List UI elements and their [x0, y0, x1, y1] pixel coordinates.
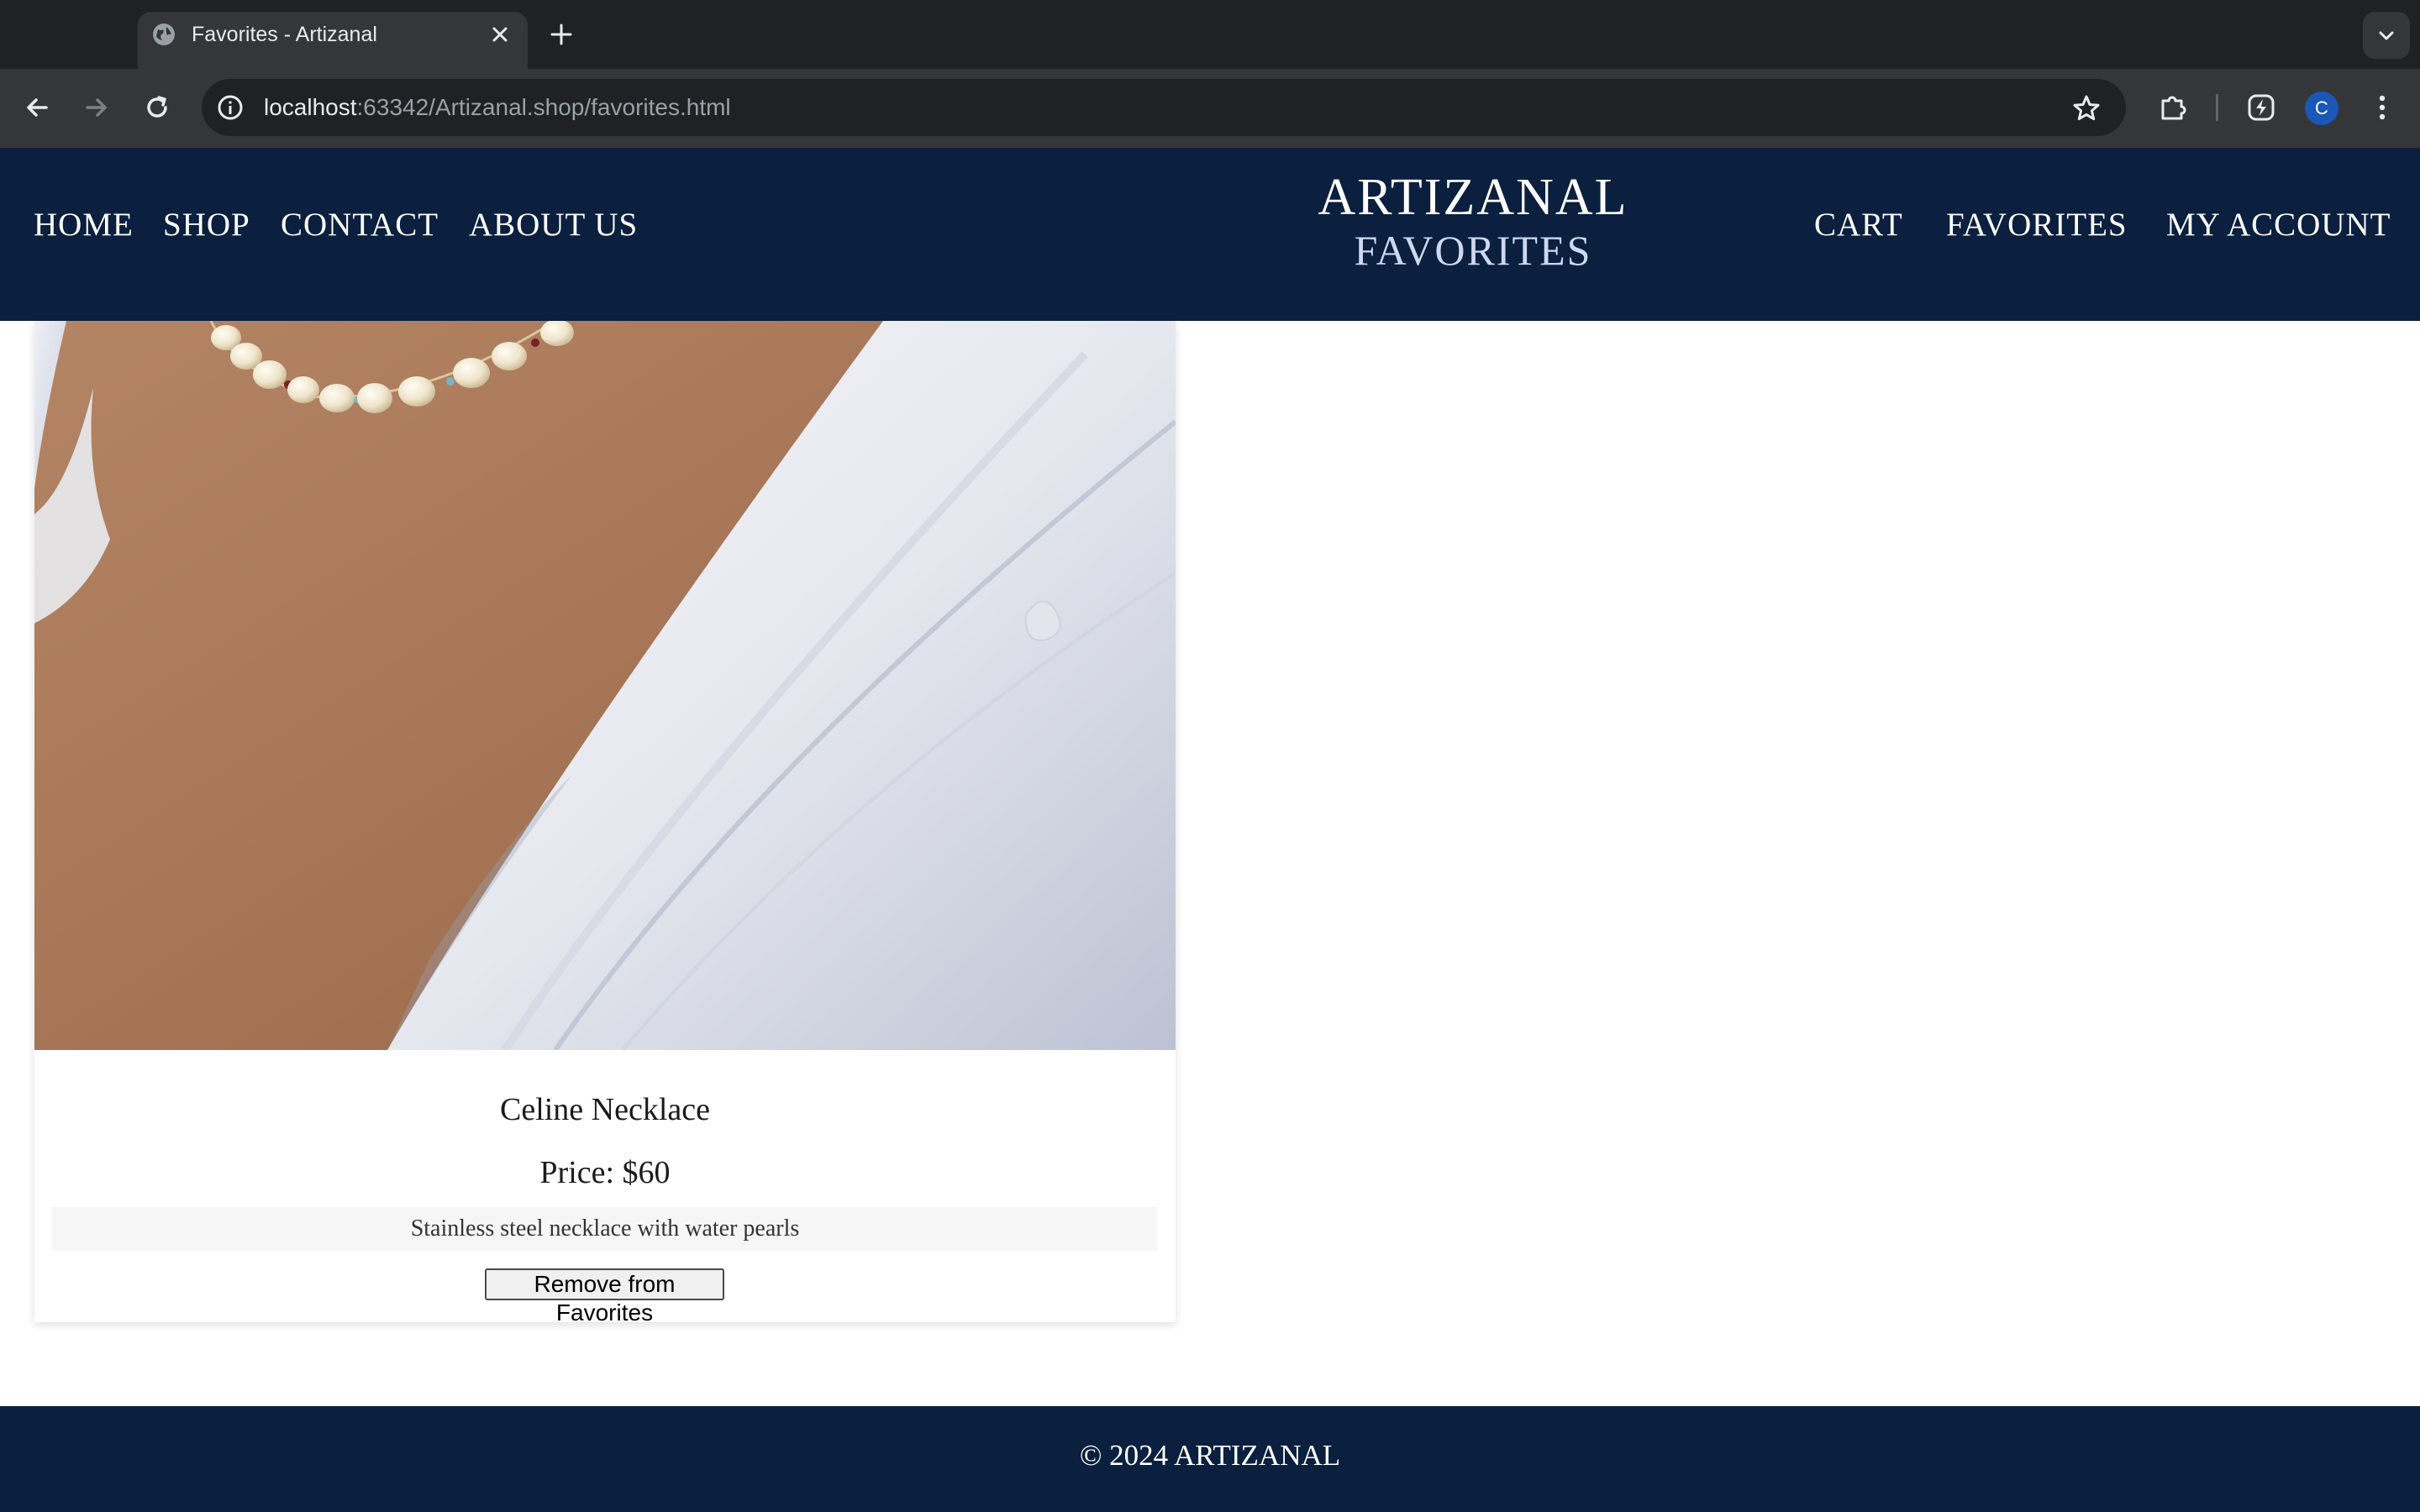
- nav-link-shop[interactable]: SHOP: [163, 203, 250, 247]
- nav-link-favorites[interactable]: FAVORITES: [1946, 203, 2128, 247]
- product-name: Celine Necklace: [499, 1092, 711, 1127]
- page-title: FAVORITES: [1354, 227, 1592, 274]
- kebab-icon[interactable]: [2373, 91, 2391, 124]
- nav-link-contact[interactable]: CONTACT: [281, 203, 439, 247]
- product-description: Stainless steel necklace with water pear…: [52, 1207, 1158, 1251]
- chevron-down-icon: [2379, 31, 2394, 40]
- puzzle-icon[interactable]: [2156, 91, 2190, 124]
- close-icon[interactable]: [489, 24, 511, 45]
- url-path: :63342/Artizanal.shop/favorites.html: [356, 94, 731, 120]
- nav-link-cart[interactable]: CART: [1814, 203, 1903, 247]
- star-icon[interactable]: [2070, 92, 2102, 124]
- footer-copyright: © 2024 ARTIZANAL: [1079, 1439, 1341, 1472]
- plus-icon[interactable]: [547, 20, 576, 49]
- nav-link-home[interactable]: HOME: [34, 203, 134, 247]
- arrow-right-icon[interactable]: [80, 91, 113, 124]
- url-text[interactable]: localhost:63342/Artizanal.shop/favorites…: [264, 91, 731, 124]
- toolbar-divider: [2216, 94, 2218, 121]
- profile-avatar[interactable]: C: [2305, 92, 2338, 125]
- tab-search-button[interactable]: [2363, 12, 2410, 59]
- brand-logo[interactable]: ARTIZANAL: [1008, 168, 1938, 227]
- globe-icon: [151, 22, 176, 47]
- url-host: localhost: [264, 94, 357, 120]
- info-icon[interactable]: [215, 92, 245, 123]
- tab-title: Favorites - Artizanal: [192, 23, 377, 46]
- reload-icon[interactable]: [140, 91, 174, 124]
- gauge-icon[interactable]: [2244, 91, 2278, 124]
- arrow-left-icon[interactable]: [20, 91, 54, 124]
- product-price: Price: $60: [539, 1155, 671, 1190]
- remove-from-favorites-button[interactable]: Remove from Favorites: [485, 1268, 724, 1326]
- product-image: [34, 321, 1176, 1050]
- nav-link-about-us[interactable]: ABOUT US: [469, 203, 638, 247]
- nav-link-my-account[interactable]: MY ACCOUNT: [2166, 203, 2391, 247]
